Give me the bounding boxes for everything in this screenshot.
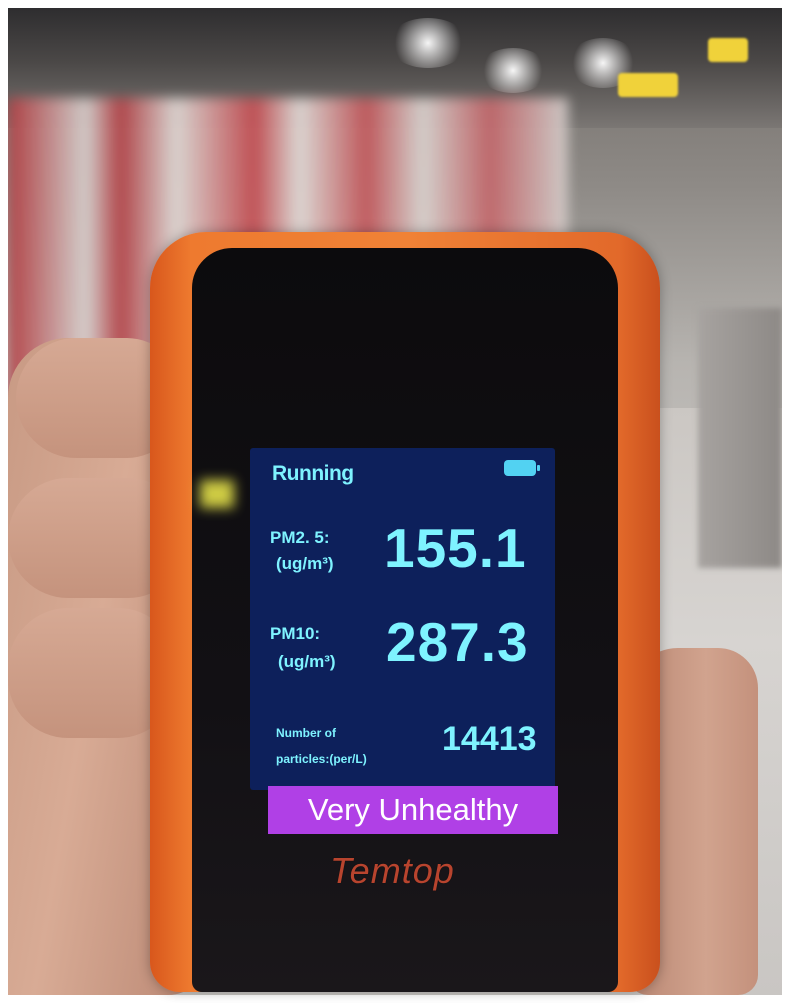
ceiling-light: [478, 48, 548, 93]
device-screen: Running PM2. 5: (ug/m³) 155.1 PM10: (ug/…: [250, 448, 555, 790]
particles-value: 14413: [442, 720, 537, 758]
brand-logo: Temtop: [330, 850, 455, 891]
station-sign: [708, 38, 748, 62]
station-sign: [618, 73, 678, 97]
pm10-label: PM10:: [270, 624, 321, 643]
ceiling-light: [388, 18, 468, 68]
pm25-value: 155.1: [384, 517, 527, 579]
air-quality-banner: Very Unhealthy: [268, 786, 558, 834]
platform-pillar: [698, 308, 782, 568]
particles-label-line2: particles:(per/L): [276, 752, 367, 766]
pm10-unit: (ug/m³): [278, 652, 336, 671]
pm10-value: 287.3: [386, 611, 529, 673]
battery-icon: [504, 460, 540, 476]
pm25-label: PM2. 5:: [270, 528, 330, 547]
indicator-light: [200, 480, 234, 508]
particles-label-line1: Number of: [276, 726, 336, 740]
pm25-unit: (ug/m³): [276, 554, 334, 573]
status-text: Running: [272, 462, 354, 485]
